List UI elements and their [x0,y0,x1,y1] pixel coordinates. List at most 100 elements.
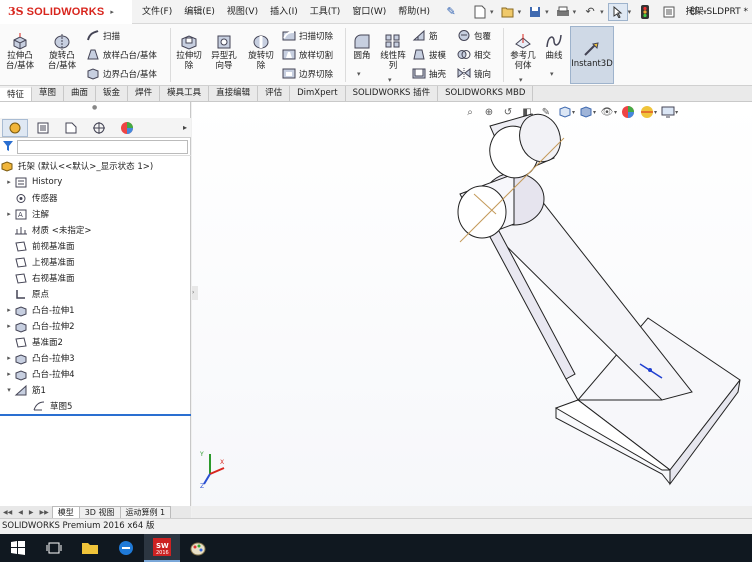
boundary-boss-button[interactable]: 边界凸台/基体 [86,66,157,81]
tab-sketch[interactable]: 草图 [32,86,65,101]
extrude-cut-button[interactable]: 拉伸切 除 [172,32,206,71]
tab-nav-last-icon[interactable]: ▶▶ [36,507,51,518]
filter-input[interactable] [17,139,188,154]
tree-item-boss-extrude3[interactable]: ▸ 凸台-拉伸3 [0,350,191,366]
solidworks-taskbar-icon[interactable]: SW 2016 [144,534,180,562]
windows-start-icon[interactable] [0,534,36,562]
revolve-cut-button[interactable]: 旋转切 除 [244,32,278,71]
menu-edit[interactable]: 编辑(E) [178,0,221,24]
rib-button[interactable]: 筋 [412,28,438,43]
tab-sheet-metal[interactable]: 钣金 [96,86,129,101]
tree-item-boss-extrude4[interactable]: ▸ 凸台-拉伸4 [0,366,191,382]
menu-help[interactable]: 帮助(H) [392,0,436,24]
pin-menu-icon[interactable]: ✎ [444,5,458,19]
tab-mold-tools[interactable]: 模具工具 [160,86,210,101]
expand-toggle-icon[interactable]: ▸ [4,322,14,330]
wrap-button[interactable]: 包覆 [457,28,491,43]
tab-solidworks-addins[interactable]: SOLIDWORKS 插件 [346,86,439,101]
extrude-boss-button[interactable]: 拉伸凸 台/基体 [4,32,36,71]
logo-flyout-icon[interactable]: ▸ [110,8,114,16]
curves-button[interactable]: 曲线 [542,32,566,61]
intersect-button[interactable]: 相交 [457,47,491,62]
paint-app-icon[interactable] [180,534,216,562]
tree-item-material[interactable]: 材质 <未指定> [0,222,191,238]
rebuild-traffic-light-icon[interactable] [635,3,655,21]
instant3d-button[interactable]: Instant3D [570,26,614,84]
pattern-dropdown-icon[interactable]: ▾ [388,76,392,84]
undo-icon[interactable]: ↶ [580,3,600,21]
bracket-3d-model[interactable] [192,102,752,518]
save-icon[interactable] [525,3,545,21]
file-explorer-icon[interactable] [72,534,108,562]
select-pointer-icon[interactable] [607,2,628,21]
expand-toggle-icon[interactable]: ▸ [4,370,14,378]
menu-insert[interactable]: 插入(I) [264,0,304,24]
sweep-button[interactable]: 扫描 [86,28,120,43]
revolve-boss-button[interactable]: 旋转凸 台/基体 [44,32,80,71]
tab-solidworks-mbd[interactable]: SOLIDWORKS MBD [438,86,534,101]
lofted-cut-button[interactable]: 放样切割 [282,47,333,62]
curves-dropdown-icon[interactable]: ▾ [550,70,554,78]
menu-window[interactable]: 窗口(W) [346,0,392,24]
tab-weldments[interactable]: 焊件 [128,86,161,101]
task-view-icon[interactable] [36,534,72,562]
tree-item-origin[interactable]: 原点 [0,286,191,302]
fillet-button[interactable]: 圆角 [350,32,374,61]
expand-toggle-icon[interactable]: ▸ [4,210,14,218]
tab-nav-next-icon[interactable]: ▶ [26,507,37,518]
draft-button[interactable]: 拔模 [412,47,446,62]
expand-toggle-icon[interactable]: ▸ [4,306,14,314]
new-document-icon[interactable] [470,3,490,21]
open-dropdown-icon[interactable]: ▾ [518,8,522,16]
tab-surfaces[interactable]: 曲面 [64,86,97,101]
expand-toggle-icon[interactable]: ▸ [4,178,14,186]
tree-root-part[interactable]: 托架 (默认<<默认>_显示状态 1>) [0,158,191,174]
tab-features[interactable]: 特征 [0,86,33,101]
tree-item-boss-extrude2[interactable]: ▸ 凸台-拉伸2 [0,318,191,334]
tree-item-annotations[interactable]: ▸ A 注解 [0,206,191,222]
menu-view[interactable]: 视图(V) [221,0,264,24]
reference-geometry-button[interactable]: 参考几 何体 [506,32,540,71]
feature-tree-tab-icon[interactable] [2,118,28,137]
tab-model[interactable]: 模型 [51,506,80,518]
edge-browser-icon[interactable] [108,534,144,562]
solidworks-logo[interactable]: 3S SOLIDWORKS ▸ [0,0,132,24]
tab-dimxpert[interactable]: DimXpert [290,86,346,101]
tree-item-front-plane[interactable]: 前视基准面 [0,238,191,254]
tab-direct-editing[interactable]: 直接编辑 [209,86,259,101]
expand-toggle-icon[interactable]: ▸ [4,354,14,362]
menu-tools[interactable]: 工具(T) [304,0,347,24]
panel-collapse-dot-icon[interactable]: ● [92,104,97,111]
tab-evaluate[interactable]: 评估 [258,86,291,101]
dimxpert-manager-tab-icon[interactable] [86,119,112,137]
loft-boss-button[interactable]: 放样凸台/基体 [86,47,157,62]
undo-dropdown-icon[interactable]: ▾ [600,8,604,16]
tab-motion-study[interactable]: 运动算例 1 [119,506,172,518]
tab-nav-prev-icon[interactable]: ◀ [15,507,26,518]
file-properties-icon[interactable] [659,3,679,21]
configuration-manager-tab-icon[interactable] [58,119,84,137]
open-folder-icon[interactable] [498,3,518,21]
linear-pattern-button[interactable]: 线性阵 列 [376,32,410,71]
print-icon[interactable] [553,3,573,21]
boundary-cut-button[interactable]: 边界切除 [282,66,333,81]
tree-item-top-plane[interactable]: 上视基准面 [0,254,191,270]
rollback-bar[interactable] [0,414,191,416]
tree-item-history[interactable]: ▸ History [0,174,191,190]
swept-cut-button[interactable]: 扫描切除 [282,28,333,43]
expand-toggle-icon[interactable]: ▾ [4,386,14,394]
select-dropdown-icon[interactable]: ▾ [628,8,632,16]
tree-item-rib1[interactable]: ▾ 筋1 [0,382,191,398]
menu-file[interactable]: 文件(F) [136,0,178,24]
tab-3d-view[interactable]: 3D 视图 [78,506,121,518]
save-dropdown-icon[interactable]: ▾ [545,8,549,16]
panel-splitter-handle[interactable]: › [192,286,198,300]
tree-item-sensors[interactable]: 传感器 [0,190,191,206]
graphics-viewport[interactable]: ⌕ ⊕ ↺ ◧ ✎ ▾ ▾ 👁 ▾ ▾ ▾ Y X Z › [192,102,752,518]
tree-item-plane2[interactable]: 基准面2 [0,334,191,350]
hole-wizard-button[interactable]: 异型孔 向导 [206,32,242,71]
shell-button[interactable]: 抽壳 [412,66,446,81]
property-manager-tab-icon[interactable] [30,119,56,137]
refgeom-dropdown-icon[interactable]: ▾ [519,76,523,84]
tabs-scroll-right-icon[interactable]: ▸ [183,123,187,132]
